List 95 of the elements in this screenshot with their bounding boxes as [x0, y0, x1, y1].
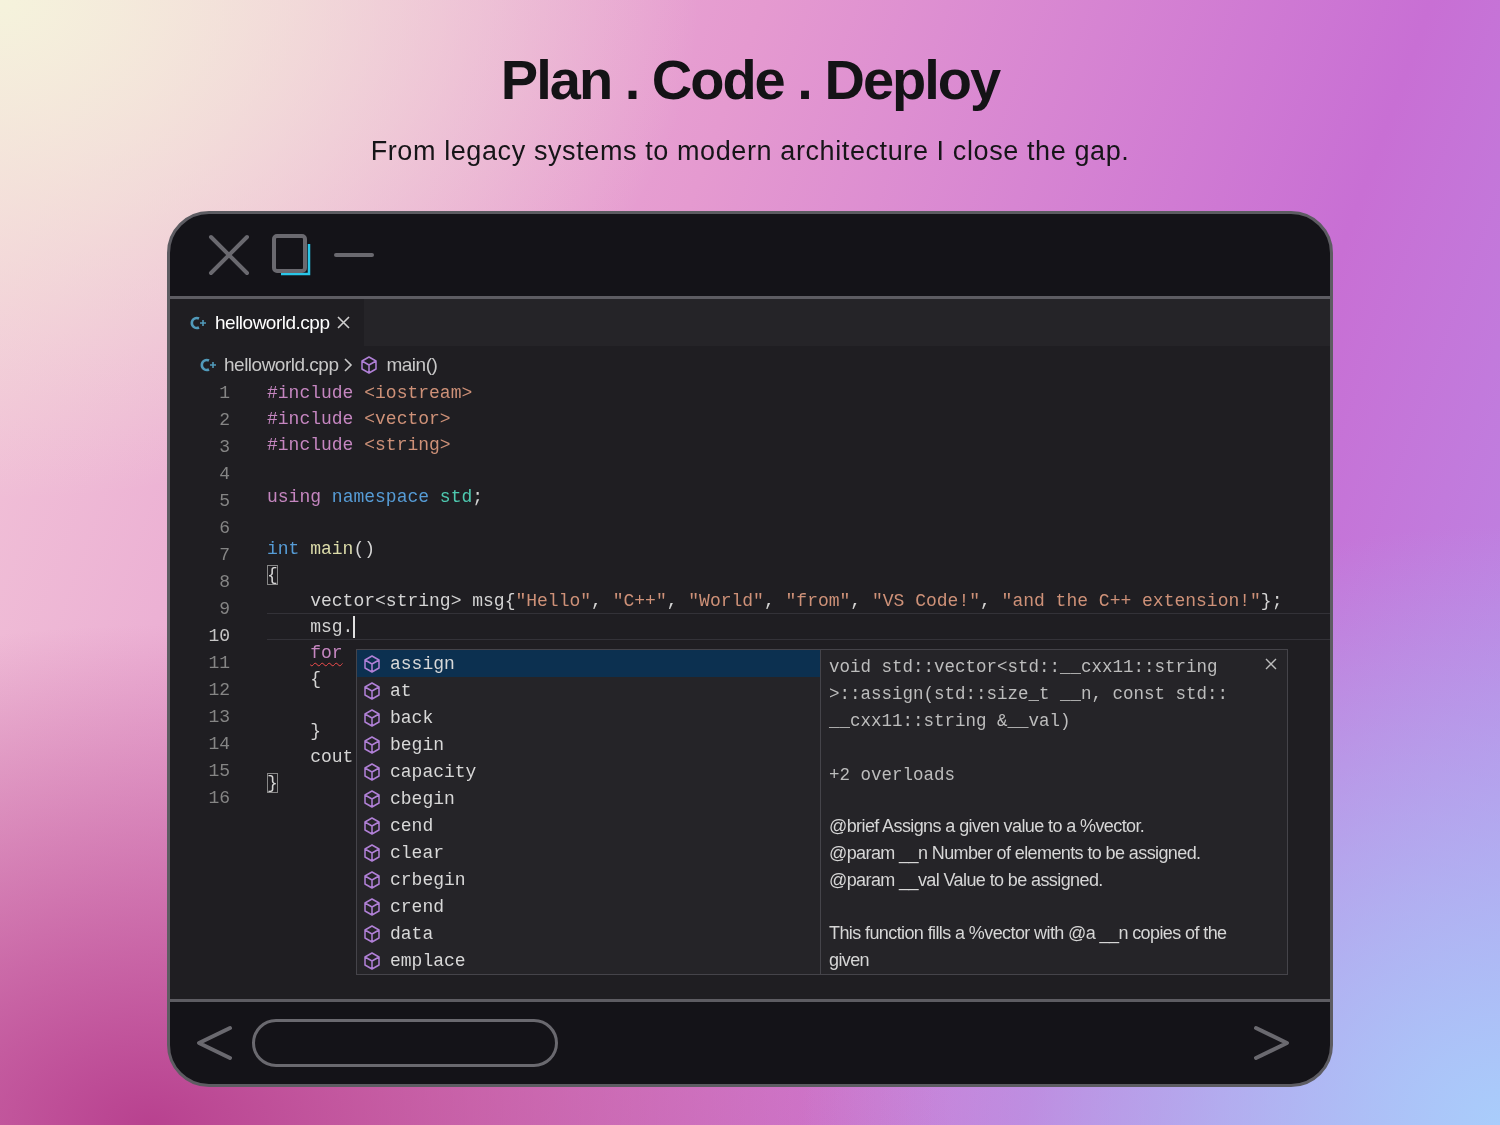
restore-icon[interactable]	[272, 234, 312, 276]
line-number: 2	[218, 409, 231, 432]
code-token: int	[267, 539, 300, 559]
suggestion-item[interactable]: begin	[357, 731, 820, 758]
code-token: ,	[763, 591, 776, 611]
cube-icon	[362, 788, 382, 809]
suggestion-item[interactable]: emplace	[357, 947, 820, 974]
code-token: cout	[309, 747, 354, 767]
file-tab[interactable]: helloworld.cpp	[170, 299, 365, 346]
cpp-file-icon	[200, 357, 217, 373]
doc-description: This function fills a %vector with @a __n copies of the given	[829, 922, 1228, 972]
text-cursor	[353, 616, 356, 639]
line-number: 1	[218, 382, 231, 405]
line-number: 15	[207, 760, 231, 783]
suggestion-item[interactable]: back	[357, 704, 820, 731]
cube-icon	[362, 896, 382, 917]
cube-icon	[362, 707, 382, 728]
code-token: {	[309, 669, 322, 689]
code-token: }	[267, 773, 278, 793]
address-field[interactable]	[252, 1019, 558, 1067]
line-number: 16	[207, 787, 231, 810]
cube-icon	[362, 869, 382, 890]
signature-line: void std::vector<std::__cxx11::string	[829, 656, 1219, 679]
breadcrumb-item[interactable]: main()	[386, 354, 438, 376]
code-token: using	[267, 487, 321, 507]
code-token: ,	[850, 591, 863, 611]
code-token: }	[309, 721, 322, 741]
signature-line: __cxx11::string &__val)	[829, 710, 1072, 733]
line-number: 5	[218, 490, 231, 513]
line-number: 10	[207, 625, 231, 648]
code-token: ,	[666, 591, 679, 611]
doc-line: @param __val Value to be assigned.	[829, 869, 1104, 893]
overloads-label: +2 overloads	[829, 764, 957, 787]
line-number: 11	[207, 652, 231, 675]
code-token: for	[309, 643, 343, 663]
suggestion-item[interactable]: capacity	[357, 758, 820, 785]
headline: Plan . Code . Deploy	[500, 48, 1000, 112]
cube-icon	[362, 761, 382, 782]
code-token: };	[1260, 591, 1283, 611]
suggestion-item[interactable]: at	[357, 677, 820, 704]
cube-icon	[362, 734, 382, 755]
doc-line: @param __n Number of elements to be assigned.	[829, 842, 1202, 866]
code-token: <iostream>	[363, 383, 473, 403]
cube-icon	[362, 923, 382, 944]
cube-icon	[359, 355, 380, 375]
line-number: 14	[207, 733, 231, 756]
suggestion-item[interactable]: clear	[357, 839, 820, 866]
code-token: "from"	[785, 591, 851, 611]
doc-line: @brief Assigns a given value to a %vector.	[829, 815, 1146, 838]
code-token: "C++"	[612, 591, 667, 611]
cube-icon	[362, 680, 382, 701]
code-token: ;	[472, 487, 484, 507]
code-token: ,	[591, 591, 603, 611]
line-number: 3	[218, 436, 231, 459]
suggestion-item[interactable]: crbegin	[357, 866, 820, 893]
code-token: "and the C++ extension!"	[1001, 591, 1261, 611]
code-token: "Hello"	[515, 591, 592, 611]
code-token: namespace	[330, 487, 430, 507]
code-token: ,	[980, 591, 992, 611]
cube-icon	[362, 815, 382, 836]
line-number: 7	[218, 544, 231, 567]
code-token: "VS Code!"	[871, 591, 980, 611]
code-token: ()	[353, 539, 376, 559]
code-token: <vector>	[363, 409, 451, 429]
code-token: #include	[267, 409, 354, 429]
code-token: #include	[267, 383, 354, 403]
line-number: 12	[207, 679, 231, 702]
code-token: "World"	[688, 591, 764, 611]
line-number: 4	[218, 463, 231, 486]
code-token: std	[438, 487, 473, 507]
code-token: msg.	[309, 617, 354, 637]
suggestion-item[interactable]: cbegin	[357, 785, 820, 812]
cube-icon	[362, 653, 382, 674]
tagline: From legacy systems to modern architecture I close the gap.	[370, 136, 1130, 167]
code-token: <string>	[363, 435, 451, 455]
suggestion-item[interactable]: crend	[357, 893, 820, 920]
cpp-file-icon	[190, 314, 207, 331]
suggestion-item[interactable]: cend	[357, 812, 820, 839]
chevron-right-icon	[344, 358, 354, 372]
cube-icon	[362, 950, 382, 971]
line-number: 9	[218, 598, 231, 621]
minimize-icon[interactable]	[334, 252, 374, 258]
signature-line: >::assign(std::size_t __n, const std::	[829, 683, 1230, 706]
close-icon[interactable]	[1265, 658, 1277, 670]
suggestion-item[interactable]: assign	[357, 650, 820, 677]
line-number: 6	[218, 517, 231, 540]
code-token: vector<string> msg{	[309, 591, 516, 611]
line-number: 8	[218, 571, 231, 594]
code-token: {	[267, 565, 278, 585]
suggestion-item[interactable]: data	[357, 920, 820, 947]
cube-icon	[362, 842, 382, 863]
line-number: 13	[207, 706, 231, 729]
code-token: main	[309, 539, 354, 559]
code-token: #include	[267, 435, 354, 455]
breadcrumb-item[interactable]: helloworld.cpp	[224, 354, 339, 376]
